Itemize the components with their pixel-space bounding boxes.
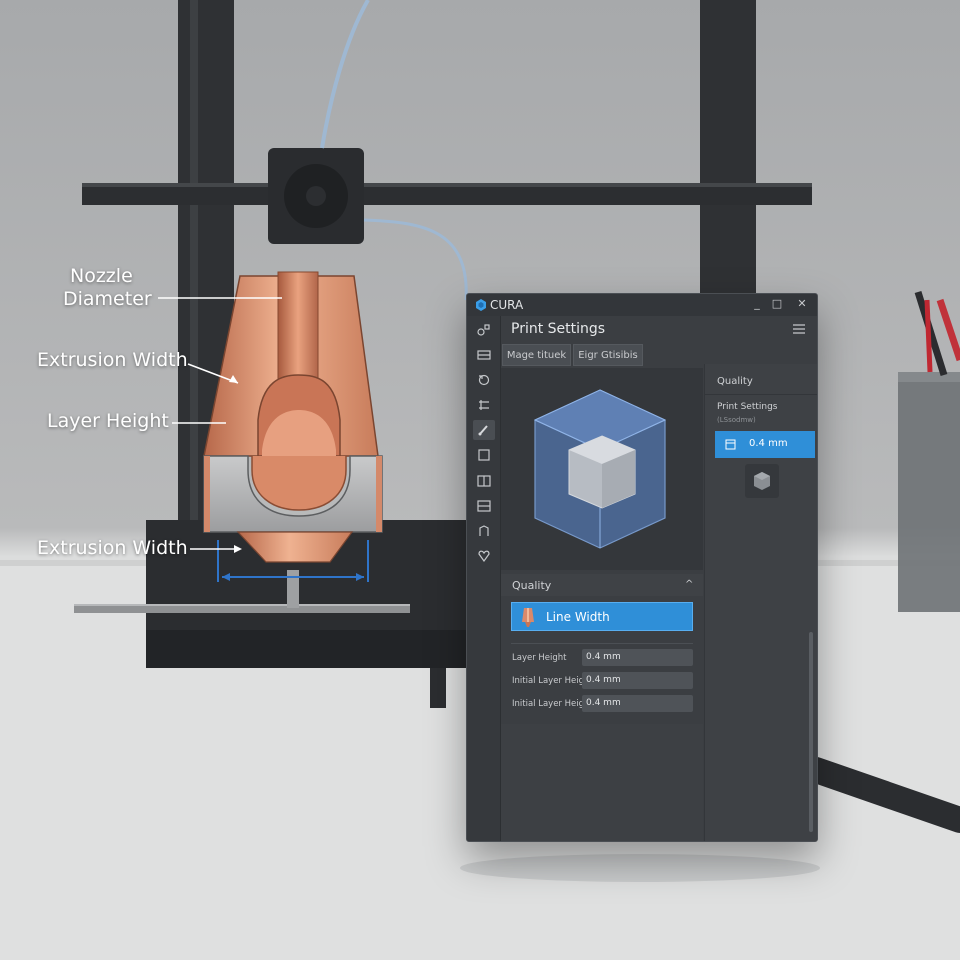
layer-height-row-label: Layer Height [512, 653, 567, 663]
initial-layer-height-row-label: Initial Layer Height [512, 676, 593, 686]
square-icon[interactable] [473, 445, 495, 465]
cura-window: CURA _ □ ✕ Print Settings Mage tituek Ei… [466, 293, 818, 842]
settings-list-area [501, 724, 703, 841]
initial-layer-height-input-2[interactable]: 0.4 mm [582, 695, 693, 712]
mirror-icon[interactable] [473, 521, 495, 541]
line-width-label: Line Width [546, 610, 610, 624]
close-button[interactable]: ✕ [795, 297, 809, 310]
layers-icon[interactable] [473, 345, 495, 365]
minimize-button[interactable]: _ [750, 297, 764, 310]
divider [511, 643, 693, 644]
right-panel-settings-label: Print Settings [717, 402, 778, 412]
app-title: CURA [490, 298, 524, 312]
quality-section-header[interactable]: Quality ^ [501, 574, 703, 596]
right-panel-sublabel: (LSsodmw) [717, 416, 756, 424]
cube-model [533, 389, 667, 549]
right-panel-selected-value: 0.4 mm [749, 438, 788, 449]
cura-logo-icon [476, 299, 486, 311]
nozzle-diameter-label-line2: Diameter [63, 288, 152, 310]
extrusion-width-label-top: Extrusion Width [37, 349, 188, 371]
right-panel-header: Quality [717, 376, 753, 387]
chevron-up-icon[interactable]: ^ [685, 579, 693, 590]
tool-rail [467, 316, 501, 841]
model-viewport[interactable] [501, 368, 703, 570]
layer-height-input[interactable]: 0.4 mm [582, 649, 693, 666]
move-icon[interactable] [473, 395, 495, 415]
scale-icon[interactable] [473, 320, 495, 340]
scrollbar[interactable] [809, 632, 813, 832]
cube-icon [754, 472, 770, 490]
rotate-icon[interactable] [473, 370, 495, 390]
extrusion-width-label-bottom: Extrusion Width [37, 537, 188, 559]
setting-icon [725, 439, 736, 450]
initial-layer-height-input[interactable]: 0.4 mm [582, 672, 693, 689]
brush-icon[interactable] [473, 420, 495, 440]
right-panel-selected-setting[interactable]: 0.4 mm [715, 431, 815, 458]
line-width-setting[interactable]: Line Width [511, 602, 693, 631]
menu-icon[interactable] [793, 324, 805, 334]
tab-first[interactable]: Mage tituek [502, 344, 571, 366]
page-title: Print Settings [511, 321, 606, 337]
nozzle-icon [522, 608, 534, 627]
quality-header-label: Quality [512, 579, 552, 592]
layer-height-label: Layer Height [47, 410, 169, 432]
title-bar[interactable]: CURA _ □ ✕ [467, 294, 817, 316]
initial-layer-height-row-label-2: Initial Layer Height [512, 699, 593, 709]
divider [705, 394, 817, 395]
model-thumbnail[interactable] [745, 464, 779, 498]
book-icon[interactable] [473, 471, 495, 491]
maximize-button[interactable]: □ [770, 297, 784, 310]
support-icon[interactable] [473, 496, 495, 516]
tab-second[interactable]: Eigr Gtisibis [573, 344, 643, 366]
right-settings-panel: Quality Print Settings (LSsodmw) 0.4 mm [704, 364, 817, 841]
gear-heart-icon[interactable] [473, 546, 495, 566]
nozzle-diameter-label: Nozzle [70, 265, 133, 287]
